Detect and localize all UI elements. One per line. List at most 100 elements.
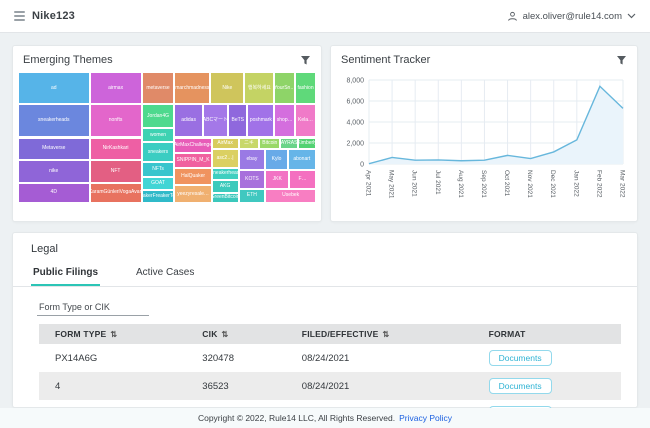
brand-name: Nike123	[32, 10, 75, 22]
treemap-tile[interactable]: sneakerhead	[212, 168, 239, 180]
treemap-tile[interactable]: Kela…	[295, 104, 316, 137]
treemap-tile[interactable]: 4D	[18, 183, 90, 203]
x-axis-tick-label: Sep 2021	[480, 170, 487, 198]
treemap-tile[interactable]: abonart	[288, 149, 316, 170]
top-navbar: Nike123 alex.oliver@rule14.com	[0, 0, 650, 33]
treemap-tile[interactable]: BeTS	[228, 104, 247, 137]
sentiment-chart: 8,0006,0004,0002,0000Apr 2021May 2021Jun…	[331, 72, 637, 211]
treemap-tile[interactable]: 행복하세요	[244, 72, 274, 104]
column-header-form-type[interactable]: FORM TYPE⇅	[39, 324, 186, 344]
treemap-tile[interactable]: JKK	[265, 170, 289, 188]
x-axis-tick-label: May 2021	[388, 170, 395, 199]
emerging-themes-title: Emerging Themes	[23, 54, 113, 66]
x-axis-tick-label: Jul 2021	[434, 170, 441, 195]
legal-panel: Legal Public Filings Active Cases FORM TY…	[12, 232, 638, 408]
treemap-tile[interactable]: adidas	[174, 104, 202, 137]
treemap-tile[interactable]: Metaverse	[18, 138, 90, 161]
cell-cik: 320478	[186, 344, 286, 372]
cell-filed: 08/24/2021	[286, 344, 473, 372]
treemap-tile[interactable]: shop…	[274, 104, 295, 137]
treemap-tile[interactable]: SNIPPIN_M_K	[174, 153, 211, 169]
column-header-filed-effective[interactable]: FILED/EFFECTIVE⇅	[286, 324, 473, 344]
treemap-tile[interactable]: Nike	[210, 72, 244, 104]
x-axis-tick-label: Jan 2022	[572, 170, 579, 197]
treemap-tile[interactable]: KOTS	[239, 170, 266, 188]
treemap-tile[interactable]: fashion	[295, 72, 316, 104]
filter-funnel-icon[interactable]	[300, 55, 311, 66]
legal-title: Legal	[13, 243, 637, 263]
sort-icon[interactable]: ⇅	[110, 330, 117, 339]
treemap-tile[interactable]: marchmadness	[174, 72, 210, 104]
treemap-tile[interactable]: nike	[18, 160, 90, 182]
treemap-tile[interactable]: ad	[18, 72, 90, 104]
treemap-tile[interactable]: Usebek	[265, 189, 316, 203]
sort-icon[interactable]: ⇅	[382, 330, 389, 339]
treemap-tile[interactable]: HalQuaker	[174, 168, 211, 185]
treemap-tile[interactable]: ニキ	[239, 138, 260, 150]
treemap-tile[interactable]: sneakers	[142, 142, 175, 162]
legal-tabs: Public Filings Active Cases	[13, 263, 637, 287]
table-row: 43652308/24/2021Documents	[39, 372, 621, 400]
documents-button[interactable]: Documents	[489, 378, 552, 394]
person-icon	[507, 11, 518, 22]
treemap-tile[interactable]: GOAT	[142, 177, 175, 190]
treemap-tile[interactable]: KaramGünleriVogaAvan	[90, 183, 142, 203]
treemap-tile[interactable]: Kylo	[265, 149, 287, 170]
treemap-tile[interactable]: asc2…|	[212, 149, 239, 167]
table-row: PX14A6G32047808/24/2021 Documents	[39, 344, 621, 372]
x-axis-tick-label: Apr 2021	[365, 170, 372, 197]
treemap-tile[interactable]: NirKashkari	[90, 138, 142, 161]
svg-text:4,000: 4,000	[346, 120, 364, 127]
tab-public-filings[interactable]: Public Filings	[31, 263, 100, 286]
hamburger-menu-icon[interactable]	[14, 11, 25, 21]
filter-funnel-icon[interactable]	[616, 55, 627, 66]
emerging-themes-panel: Emerging Themes adsneakerheadsMetaversen…	[12, 45, 322, 222]
filings-table-header: FORM TYPE⇅CIK⇅FILED/EFFECTIVE⇅FORMAT	[39, 324, 621, 344]
treemap-tile[interactable]: ETH	[239, 189, 266, 203]
cell-form-type: PX14A6G	[39, 344, 186, 372]
treemap-tile[interactable]: ebay	[239, 149, 266, 170]
treemap-tile[interactable]: GreenBitcoin	[212, 193, 239, 203]
privacy-policy-link[interactable]: Privacy Policy	[399, 413, 452, 423]
copyright-text: Copyright © 2022, Rule14 LLC, All Rights…	[198, 413, 395, 423]
user-email: alex.oliver@rule14.com	[523, 11, 622, 22]
treemap-tile[interactable]: sneakerheads	[18, 104, 90, 137]
cell-filed: 08/24/2021	[286, 372, 473, 400]
treemap-tile[interactable]: NFTs	[142, 162, 175, 176]
documents-button[interactable]: Documents	[489, 350, 552, 366]
treemap-tile[interactable]: women	[142, 128, 175, 142]
x-axis-tick-label: Feb 2022	[595, 170, 602, 198]
x-axis-tick-label: Mar 2022	[619, 170, 626, 198]
sentiment-tracker-title: Sentiment Tracker	[341, 54, 430, 66]
treemap-tile[interactable]: Bitcoin	[259, 138, 280, 150]
treemap-tile[interactable]: airmax	[90, 72, 142, 104]
treemap-tile[interactable]: Jordan4G	[142, 104, 175, 128]
sort-icon[interactable]: ⇅	[222, 330, 229, 339]
treemap-tile[interactable]: SneakerFreakerTeam	[142, 190, 175, 203]
treemap-tile[interactable]: Kimberly	[298, 138, 316, 150]
treemap-tile[interactable]: AirMax	[212, 138, 239, 150]
treemap-tile[interactable]: yeezyresale…	[174, 185, 211, 203]
treemap-tile[interactable]: YourSn…	[274, 72, 295, 104]
svg-text:6,000: 6,000	[346, 99, 364, 106]
tab-active-cases[interactable]: Active Cases	[134, 263, 196, 286]
treemap-tile[interactable]: NFT	[90, 160, 142, 182]
cell-cik: 36523	[186, 372, 286, 400]
treemap-tile[interactable]: AYRAS	[280, 138, 298, 150]
treemap-tile[interactable]: nonfts	[90, 104, 142, 137]
svg-text:0: 0	[360, 162, 364, 169]
sentiment-tracker-panel: Sentiment Tracker 8,000 6,000 4,000 2,000 0A…	[330, 45, 638, 222]
treemap-tile[interactable]: AKG	[212, 180, 239, 192]
treemap-tile[interactable]: F…	[289, 170, 316, 188]
form-type-cik-input[interactable]	[37, 299, 149, 316]
svg-text:8,000: 8,000	[346, 78, 364, 85]
column-header-cik[interactable]: CIK⇅	[186, 324, 286, 344]
treemap-tile[interactable]: AirMaxChallenge	[174, 138, 211, 153]
treemap-tile[interactable]: poshmark	[247, 104, 274, 137]
chevron-down-icon	[627, 13, 636, 19]
treemap-tile[interactable]: ABCマート	[203, 104, 228, 137]
svg-text:2,000: 2,000	[346, 141, 364, 148]
treemap-tile[interactable]: metaverse	[142, 72, 175, 104]
themes-treemap: adsneakerheadsMetaversenike4D airmaxnonft…	[18, 72, 316, 203]
user-menu[interactable]: alex.oliver@rule14.com	[507, 11, 636, 22]
